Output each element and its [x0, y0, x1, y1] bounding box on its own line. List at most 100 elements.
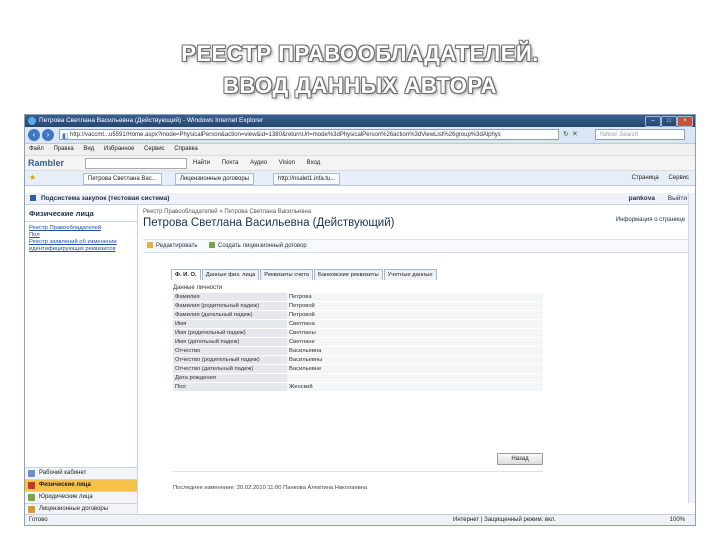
rambler-logo[interactable]: Rambler	[28, 156, 64, 170]
window-title: Петрова Светлана Васильевна (Действующий…	[39, 117, 264, 124]
status-text: Готово	[29, 517, 48, 523]
system-title: Подсистема закупок (тестовая система)	[41, 195, 170, 202]
edit-label: Редактировать	[156, 243, 198, 249]
menu-favorites[interactable]: Избранное	[104, 146, 134, 152]
field-value: Петрова	[287, 293, 543, 302]
create-license-button[interactable]: Создать лицензионный договор	[209, 240, 307, 252]
field-value	[287, 373, 543, 383]
tab-person-label: Петрова Светлана Вас...	[88, 176, 157, 182]
workspace-icon	[28, 470, 35, 477]
tab-other-label: http://nsalet1.infa.tu...	[278, 176, 336, 182]
table-row: Фамилия Петрова	[173, 293, 543, 302]
close-button[interactable]: ×	[677, 116, 693, 127]
field-label: Отчество	[173, 346, 287, 356]
sidebar-nav: Рабочий кабинет Физические лица Юридичес…	[25, 467, 137, 515]
sidebar-item-label: Физические лица	[39, 482, 91, 488]
address-bar-row: ‹ › ◧ http://vaccmt...u5591/Home.aspx?mo…	[25, 127, 695, 144]
tab-credentials[interactable]: Учетные данные	[383, 269, 437, 280]
sidebar: Физические лица Реестр Правообладателей …	[25, 205, 138, 515]
back-icon[interactable]: ‹	[28, 129, 40, 141]
tab-account[interactable]: Реквизиты счета	[260, 269, 314, 280]
field-value: Васильевны	[287, 355, 543, 365]
field-value: Светлане	[287, 337, 543, 347]
menu-bar: Файл Правка Вид Избранное Сервис Справка	[25, 144, 695, 156]
user-name[interactable]: pankova	[629, 193, 655, 204]
field-value: Васильевна	[287, 346, 543, 356]
sidebar-title: Физические лица	[25, 205, 137, 222]
legal-icon	[28, 494, 35, 501]
address-text: http://vaccmt...u5591/Home.aspx?mode=Phy…	[70, 132, 501, 138]
sidebar-item-legal[interactable]: Юридические лица	[25, 491, 137, 503]
minimize-button[interactable]: –	[645, 116, 661, 127]
table-row: Имя (родительный падеж) Светланы	[173, 328, 543, 338]
field-label: Фамилия (дательный падеж)	[173, 310, 287, 320]
menu-edit[interactable]: Правка	[53, 146, 73, 152]
tab-personal-data[interactable]: Данные физ. лица	[201, 269, 260, 280]
address-input[interactable]: ◧ http://vaccmt...u5591/Home.aspx?mode=P…	[59, 129, 559, 140]
tab-other[interactable]: http://nsalet1.infa.tu...	[273, 173, 341, 185]
status-bar: Готово Интернет | Защищенный режим: вкл.…	[25, 514, 695, 525]
toolbar-vision[interactable]: Vision	[279, 160, 295, 166]
back-button[interactable]: Назад	[497, 453, 543, 465]
field-value: Петровой	[287, 310, 543, 320]
scrollbar[interactable]	[688, 193, 695, 503]
page-icon: ◧	[62, 133, 69, 140]
page-menu[interactable]: Страница	[632, 175, 659, 181]
individuals-icon	[28, 482, 35, 489]
slide-title-line1: РЕЕСТР ПРАВООБЛАДАТЕЛЕЙ.	[181, 41, 539, 66]
table-row: Фамилия (дательный падеж) Петровой	[173, 310, 543, 320]
sidebar-link-changes[interactable]: Реестр заявлений об изменении идентифици…	[29, 239, 133, 253]
table-row: Пол Женский	[173, 382, 543, 392]
table-row: Фамилия (родительный падеж) Петровой	[173, 301, 543, 311]
section-title: Данные личности	[173, 285, 223, 291]
field-value: Светлана	[287, 319, 543, 329]
maximize-button[interactable]: □	[661, 116, 677, 127]
tab-license[interactable]: Лицензионные договоры	[175, 173, 255, 185]
sidebar-item-individuals[interactable]: Физические лица	[25, 479, 137, 491]
field-value: Васильевне	[287, 364, 543, 374]
toolbar-find[interactable]: Найти	[193, 160, 210, 166]
create-license-label: Создать лицензионный договор	[218, 243, 307, 249]
sidebar-item-label: Юридические лица	[39, 494, 93, 500]
breadcrumb[interactable]: Реестр Правообладателей » Петрова Светла…	[143, 209, 689, 215]
slide-title-line2: ВВОД ДАННЫХ АВТОРА	[222, 73, 498, 98]
document-icon	[209, 242, 215, 249]
last-change: Последнее изменение: 20.02.2010 11:00 Па…	[173, 485, 368, 491]
tab-fio[interactable]: Ф. И. О.	[171, 269, 201, 280]
forward-icon[interactable]: ›	[42, 129, 54, 141]
menu-tools[interactable]: Сервис	[144, 146, 165, 152]
tab-bank[interactable]: Банковские реквизиты	[314, 269, 383, 280]
menu-file[interactable]: Файл	[29, 146, 44, 152]
sidebar-link-gender[interactable]: Пол	[29, 232, 133, 239]
table-row: Имя Светлана	[173, 319, 543, 329]
page-title: Петрова Светлана Васильевна (Действующий…	[143, 217, 395, 229]
menu-view[interactable]: Вид	[83, 146, 94, 152]
licenses-icon	[28, 506, 35, 513]
security-zone: Интернет | Защищенный режим: вкл.	[453, 517, 556, 523]
favorites-star-icon[interactable]: ★	[29, 173, 36, 182]
refresh-stop-icons[interactable]: ↻✕	[563, 130, 581, 138]
page-content: Подсистема закупок (тестовая система) pa…	[25, 193, 695, 515]
sidebar-item-workspace[interactable]: Рабочий кабинет	[25, 467, 137, 479]
edit-button[interactable]: Редактировать	[147, 240, 197, 252]
tab-license-label: Лицензионные договоры	[180, 176, 250, 182]
field-value: Женский	[287, 382, 543, 392]
logout-link[interactable]: Выйти	[668, 193, 687, 204]
toolbar-login[interactable]: Вход	[307, 160, 321, 166]
toolbar-mail[interactable]: Почта	[222, 160, 239, 166]
tab-person[interactable]: Петрова Светлана Вас...	[83, 173, 162, 185]
toolbar-audio[interactable]: Аудио	[250, 160, 267, 166]
search-input[interactable]: Yahoo! Search	[595, 129, 685, 140]
tools-menu[interactable]: Сервис	[668, 175, 689, 181]
sidebar-link-registry[interactable]: Реестр Правообладателей	[29, 225, 133, 232]
main-content: Реестр Правообладателей » Петрова Светла…	[143, 205, 689, 515]
fields-table: Фамилия Петрова Фамилия (родительный падеж…	[173, 293, 543, 392]
search-placeholder: Yahoo! Search	[599, 132, 639, 138]
zoom-level[interactable]: 100%	[670, 515, 685, 525]
info-link[interactable]: Информация о странице	[616, 217, 685, 223]
table-row: Имя (дательный падеж) Светлане	[173, 337, 543, 347]
field-label: Имя (родительный падеж)	[173, 328, 287, 338]
menu-help[interactable]: Справка	[174, 146, 198, 152]
rambler-search-input[interactable]	[85, 158, 187, 169]
action-bar: Редактировать Создать лицензионный догов…	[143, 239, 689, 253]
